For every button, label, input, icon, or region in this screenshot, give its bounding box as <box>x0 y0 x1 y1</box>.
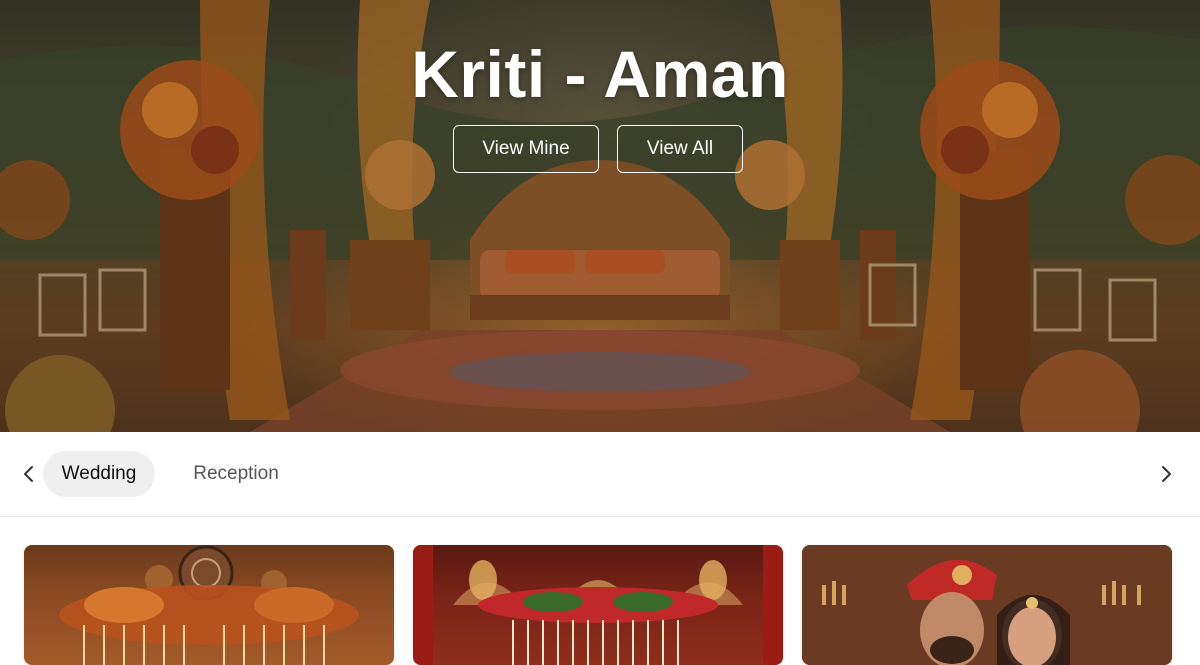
gallery-card[interactable] <box>802 545 1172 665</box>
gallery-card[interactable] <box>413 545 783 665</box>
bride-and-groom-portrait-image <box>802 545 1172 665</box>
tab-wedding[interactable]: Wedding <box>43 451 155 497</box>
view-all-button[interactable]: View All <box>617 125 743 173</box>
red-floral-stage-chandeliers-image <box>413 545 783 665</box>
floral-mandap-stage-image <box>59 545 359 665</box>
page-title: Kriti - Aman <box>411 37 789 111</box>
tab-reception[interactable]: Reception <box>176 451 296 497</box>
chevron-right-icon[interactable] <box>1154 462 1178 486</box>
view-mine-button[interactable]: View Mine <box>453 125 599 173</box>
category-tabs: Wedding Reception <box>0 432 1200 517</box>
hero-banner: Kriti - Aman View Mine View All <box>0 0 1200 432</box>
gallery-card[interactable] <box>24 545 394 665</box>
chevron-left-icon[interactable] <box>17 462 41 486</box>
